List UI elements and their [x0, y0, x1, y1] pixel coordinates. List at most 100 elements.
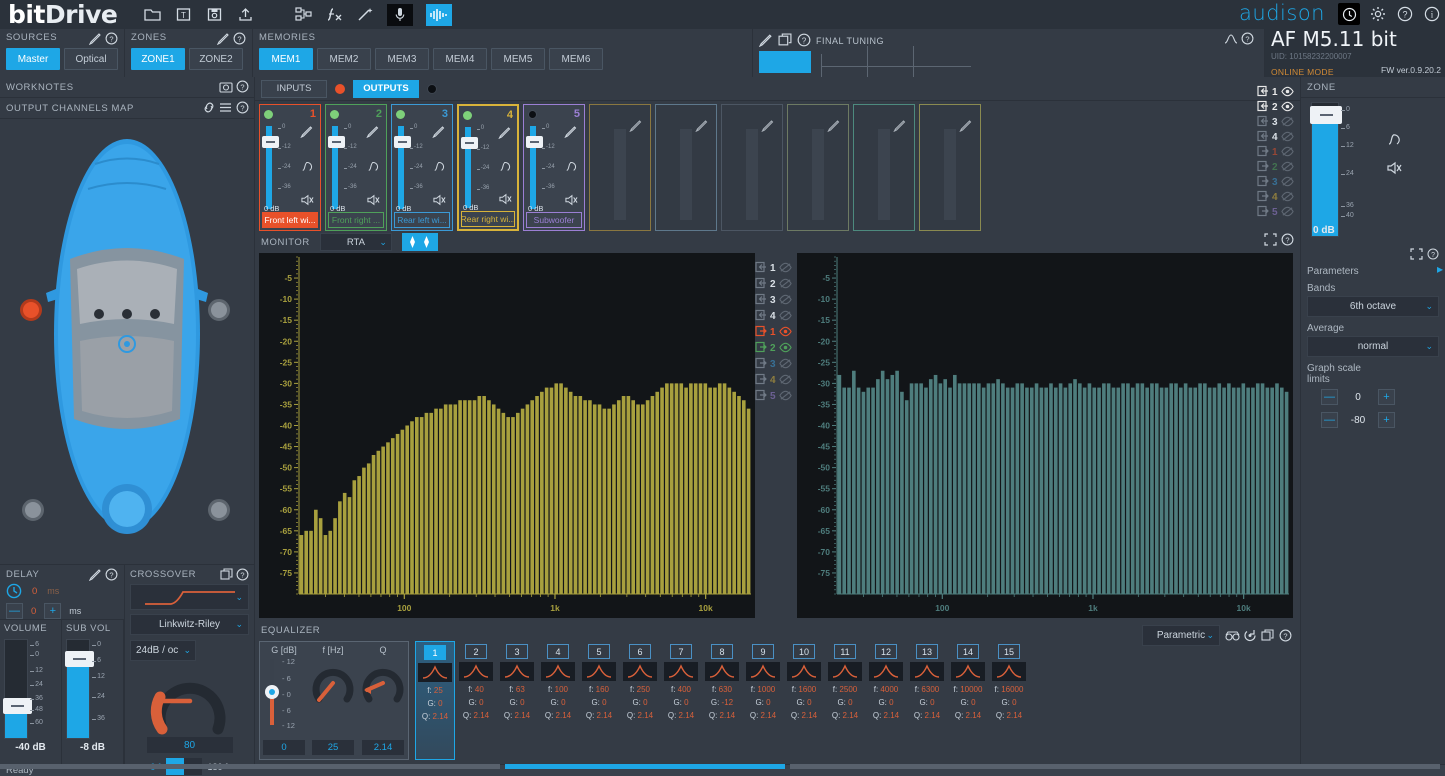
rta-channel-out-3[interactable]: 3 — [755, 357, 797, 372]
mute-icon[interactable] — [367, 194, 380, 209]
mute-icon[interactable] — [433, 194, 446, 209]
clock-icon[interactable] — [1338, 3, 1360, 25]
bands-dropdown[interactable]: 6th octave ⌄ — [1307, 296, 1439, 317]
channel-label[interactable]: Front left wi... — [262, 212, 318, 228]
channel-label[interactable]: Subwoofer — [526, 212, 582, 228]
zone-fader[interactable]: 0 6 12 24 36 40 — [1311, 102, 1377, 237]
channel-edit-icon[interactable] — [564, 125, 578, 141]
eq-band-shape-icon[interactable] — [787, 662, 821, 681]
zone1-button[interactable]: ZONE1 — [131, 48, 185, 70]
rta-channel-out-5[interactable]: 5 — [1257, 205, 1299, 220]
empty-output-slot-1[interactable] — [589, 104, 651, 231]
help-icon[interactable]: ? — [233, 32, 246, 45]
rta-channel-in-3[interactable]: 3 — [755, 293, 797, 308]
eq-gain-slider[interactable]: - 12 - 6 - 0 - 6 - 12 — [262, 657, 306, 729]
rta-graph-right[interactable]: -5-10-15-20-25-30-35-40-45-50-55-60-65-7… — [797, 253, 1293, 621]
crossover-frequency-knob[interactable] — [142, 667, 238, 735]
eq-band-6[interactable]: 6f: 250G: 0Q: 2.14 — [620, 641, 660, 760]
expand-panel-arrow[interactable]: ▸ — [1437, 262, 1443, 276]
zone2-button[interactable]: ZONE2 — [189, 48, 243, 70]
eq-freq-value[interactable]: 25 — [312, 740, 354, 755]
eye-icon[interactable] — [779, 326, 792, 340]
crossover-slope-dropdown[interactable]: 24dB / oc ⌄ — [130, 640, 196, 661]
eye-off-icon[interactable] — [779, 294, 792, 308]
eye-off-icon[interactable] — [779, 374, 792, 388]
eq-band-shape-icon[interactable] — [828, 662, 862, 681]
empty-output-slot-2[interactable] — [655, 104, 717, 231]
channel-led[interactable] — [528, 110, 537, 119]
channel-fader[interactable] — [395, 122, 410, 211]
channel-led[interactable] — [264, 110, 273, 119]
speaker-rear-left[interactable] — [22, 499, 44, 521]
eq-mode-dropdown[interactable]: Parametric ⌄ — [1142, 625, 1220, 646]
camera-icon[interactable] — [219, 80, 232, 93]
eq-band-shape-icon[interactable] — [869, 662, 903, 681]
rta-channel-out-4[interactable]: 4 — [755, 373, 797, 388]
reset-icon[interactable] — [1243, 629, 1256, 642]
rta-channel-out-2[interactable]: 2 — [1257, 160, 1299, 175]
empty-output-slot-6[interactable] — [919, 104, 981, 231]
glasses-icon[interactable] — [1225, 629, 1238, 642]
eq-band-7[interactable]: 7f: 400G: 0Q: 2.14 — [661, 641, 701, 760]
eq-band-number[interactable]: 1 — [424, 645, 446, 660]
eq-band-12[interactable]: 12f: 4000G: 0Q: 2.14 — [866, 641, 906, 760]
empty-output-slot-5[interactable] — [853, 104, 915, 231]
eye-off-icon[interactable] — [1281, 116, 1294, 130]
eye-off-icon[interactable] — [779, 278, 792, 292]
eq-band-8[interactable]: 8f: 630G: -12Q: 2.14 — [702, 641, 742, 760]
eq-band-shape-icon[interactable] — [951, 662, 985, 681]
eq-band-shape-icon[interactable] — [910, 662, 944, 681]
channel-edit-icon[interactable] — [695, 119, 709, 135]
empty-output-slot-3[interactable] — [721, 104, 783, 231]
crossover-shape-dropdown[interactable]: ⌄ — [130, 584, 249, 610]
eq-band-number[interactable]: 2 — [465, 644, 487, 659]
rta-channel-in-3[interactable]: 3 — [1257, 115, 1299, 130]
channel-edit-icon[interactable] — [366, 125, 380, 141]
help-icon[interactable]: ? — [105, 32, 118, 45]
output-channel-4[interactable]: 40-12-24-360 dBRear right wi... — [457, 104, 519, 231]
fx-icon[interactable] — [325, 6, 343, 24]
waveform-button[interactable] — [426, 4, 452, 26]
eq-band-number[interactable]: 10 — [793, 644, 815, 659]
eq-band-13[interactable]: 13f: 6300G: 0Q: 2.14 — [907, 641, 947, 760]
eq-band-10[interactable]: 10f: 1600G: 0Q: 2.14 — [784, 641, 824, 760]
eq-band-1[interactable]: 1f: 25G: 0Q: 2.14 — [415, 641, 455, 760]
channel-label[interactable]: Rear right wi... — [461, 211, 515, 227]
copy-icon[interactable] — [778, 33, 791, 46]
mute-icon[interactable] — [301, 194, 314, 209]
eq-band-14[interactable]: 14f: 10000G: 0Q: 2.14 — [948, 641, 988, 760]
eq-band-number[interactable]: 9 — [752, 644, 774, 659]
channel-edit-icon[interactable] — [300, 125, 314, 141]
magic-wand-icon[interactable] — [356, 6, 374, 24]
eye-off-icon[interactable] — [779, 390, 792, 404]
mem1-button[interactable]: MEM1 — [259, 48, 313, 70]
eq-band-number[interactable]: 6 — [629, 644, 651, 659]
output-channel-2[interactable]: 20-12-24-360 dBFront right ... — [325, 104, 387, 231]
mem2-button[interactable]: MEM2 — [317, 48, 371, 70]
copy-icon[interactable] — [220, 568, 233, 581]
help-icon[interactable]: ? — [236, 568, 249, 581]
monitor-mode-dropdown[interactable]: RTA ⌄ — [320, 233, 392, 251]
eye-off-icon[interactable] — [779, 310, 792, 324]
info-icon[interactable]: i — [1423, 5, 1441, 23]
rta-channel-out-2[interactable]: 2 — [755, 341, 797, 356]
rta-graph-left[interactable]: -5-10-15-20-25-30-35-40-45-50-55-60-65-7… — [259, 253, 755, 621]
phase-icon[interactable] — [1387, 132, 1400, 145]
rta-channel-out-4[interactable]: 4 — [1257, 190, 1299, 205]
phase-icon[interactable] — [565, 160, 578, 176]
phase-icon[interactable] — [301, 160, 314, 176]
channel-label[interactable]: Front right ... — [328, 212, 384, 228]
channel-label[interactable]: Rear left wi... — [394, 212, 450, 228]
channel-led[interactable] — [330, 110, 339, 119]
link-icon[interactable] — [202, 101, 215, 114]
rta-channel-in-2[interactable]: 2 — [755, 277, 797, 292]
eq-band-4[interactable]: 4f: 100G: 0Q: 2.14 — [538, 641, 578, 760]
eye-off-icon[interactable] — [1281, 161, 1294, 175]
eq-band-shape-icon[interactable] — [500, 662, 534, 681]
fullscreen-icon[interactable] — [1264, 233, 1277, 246]
eq-band-shape-icon[interactable] — [664, 662, 698, 681]
channel-edit-icon[interactable] — [498, 126, 512, 142]
microphone-button[interactable] — [387, 4, 413, 26]
output-channel-1[interactable]: 10-12-24-360 dBFront left wi... — [259, 104, 321, 231]
eq-gain-value[interactable]: 0 — [263, 740, 305, 755]
